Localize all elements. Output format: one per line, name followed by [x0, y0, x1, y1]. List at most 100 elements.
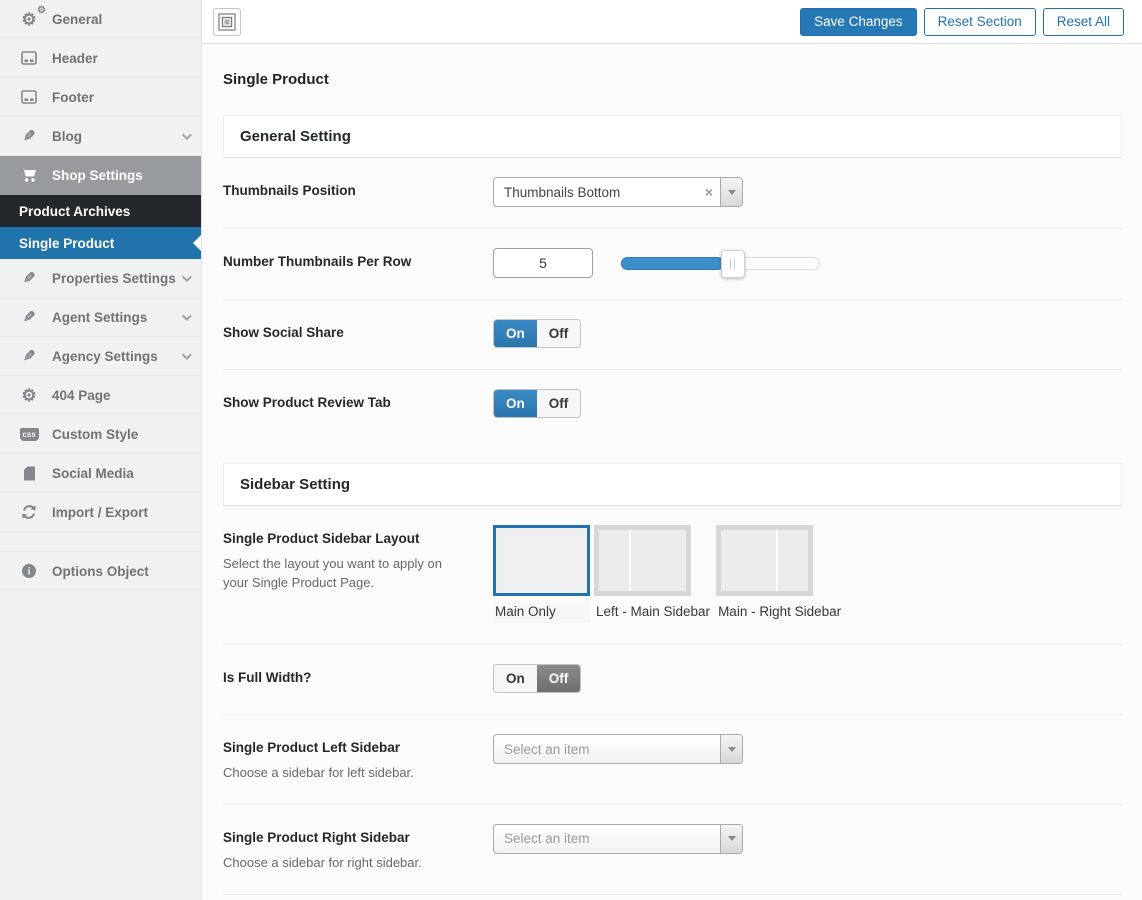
page-icon: [19, 466, 39, 481]
field-show-product-review-tab: Show Product Review Tab On Off: [223, 370, 1122, 439]
layout-thumbnail-main-only: [493, 525, 590, 596]
chevron-down-icon: [182, 272, 192, 282]
field-thumbnails-per-row: Number Thumbnails Per Row: [223, 229, 1122, 300]
pencil-icon: ✎: [19, 129, 39, 144]
thumbnails-per-row-input[interactable]: [493, 248, 593, 278]
submenu-item-label: Product Archives: [19, 204, 130, 219]
sidebar-item-label: Custom Style: [52, 427, 138, 442]
sidebar-item-404-page[interactable]: ⚙ 404 Page: [0, 376, 201, 415]
sidebar-item-agency-settings[interactable]: ✎ Agency Settings: [0, 337, 201, 376]
triangle-down-icon: [728, 836, 736, 841]
gear-icon: ⚙: [19, 387, 39, 404]
chevron-down-icon: [182, 350, 192, 360]
sidebar-item-label: Agent Settings: [52, 310, 147, 325]
pencil-icon: ✎: [19, 271, 39, 286]
sidebar-item-blog[interactable]: ✎ Blog: [0, 117, 201, 156]
pencil-icon: ✎: [19, 349, 39, 364]
svg-text:i: i: [28, 567, 31, 578]
field-label: Is Full Width?: [223, 670, 493, 685]
submenu-item-single-product[interactable]: Single Product: [0, 227, 201, 259]
slider-fill: [621, 257, 724, 270]
toggle-off-button[interactable]: Off: [537, 390, 581, 417]
field-label: Single Product Left Sidebar: [223, 740, 493, 755]
main-content: Save Changes Reset Section Reset All Sin…: [202, 0, 1142, 900]
selected-value: Thumbnails Bottom: [494, 185, 698, 200]
footer-icon: [19, 90, 39, 104]
field-description: Choose a sidebar for right sidebar.: [223, 854, 458, 873]
sidebar-item-shop-settings[interactable]: Shop Settings: [0, 156, 201, 195]
panel-toggle-button[interactable]: [213, 8, 241, 36]
sidebar-item-options-object[interactable]: i Options Object: [0, 552, 201, 591]
pencil-icon: ✎: [19, 310, 39, 325]
sidebar-item-label: Shop Settings: [52, 168, 143, 183]
sidebar-item-footer[interactable]: Footer: [0, 78, 201, 117]
triangle-down-icon: [728, 747, 736, 752]
css-icon: css: [19, 428, 39, 441]
field-label: Show Product Review Tab: [223, 395, 493, 410]
reset-all-button[interactable]: Reset All: [1043, 8, 1124, 36]
toggle-on-button[interactable]: On: [494, 665, 537, 692]
cart-icon: [19, 167, 39, 183]
sidebar-item-label: General: [52, 12, 102, 27]
slider-handle[interactable]: [721, 250, 745, 278]
sidebar-item-properties-settings[interactable]: ✎ Properties Settings: [0, 259, 201, 298]
sidebar-item-social-media[interactable]: Social Media: [0, 454, 201, 493]
layout-thumbnail-left-main: [594, 525, 691, 596]
field-left-sidebar: Single Product Left Sidebar Choose a sid…: [223, 715, 1122, 805]
select-placeholder: Select an item: [494, 742, 720, 757]
layout-option-main-only[interactable]: Main Only: [493, 525, 590, 623]
sidebar-item-label: Footer: [52, 90, 94, 105]
panel-icon: [218, 13, 236, 31]
field-is-full-width: Is Full Width? On Off: [223, 645, 1122, 715]
layout-option-label: Main - Right Sidebar: [716, 602, 843, 623]
clear-selection-icon[interactable]: ×: [698, 184, 720, 200]
layout-option-left-main-sidebar[interactable]: Left - Main Sidebar: [594, 525, 712, 623]
layout-option-label: Left - Main Sidebar: [594, 602, 712, 623]
reset-section-button[interactable]: Reset Section: [924, 8, 1036, 36]
thumbnails-position-select[interactable]: Thumbnails Bottom ×: [493, 177, 743, 207]
is-full-width-toggle: On Off: [493, 664, 581, 693]
sidebar-item-label: Header: [52, 51, 98, 66]
layout-option-label: Main Only: [493, 602, 590, 623]
field-label: Number Thumbnails Per Row: [223, 254, 493, 269]
dropdown-arrow-button[interactable]: [720, 735, 742, 763]
sidebar-item-label: Properties Settings: [52, 271, 176, 286]
field-label: Show Social Share: [223, 325, 493, 340]
layout-thumbnail-main-right: [716, 525, 813, 596]
submenu-item-product-archives[interactable]: Product Archives: [0, 195, 201, 227]
options-panel: ⚙⚙ General Header Footer ✎ Blog Shop: [0, 0, 1142, 900]
top-toolbar: Save Changes Reset Section Reset All: [202, 0, 1142, 44]
field-thumbnails-position: Thumbnails Position Thumbnails Bottom ×: [223, 158, 1122, 229]
settings-body: Single Product General Setting Thumbnail…: [202, 44, 1142, 895]
layout-option-main-right-sidebar[interactable]: Main - Right Sidebar: [716, 525, 843, 623]
layout-options: Main Only Left - Main Sidebar: [493, 525, 1122, 623]
section-header-general-setting: General Setting: [223, 115, 1122, 158]
sidebar-item-header[interactable]: Header: [0, 39, 201, 78]
sidebar-spacer: [0, 532, 201, 552]
sidebar-item-general[interactable]: ⚙⚙ General: [0, 0, 201, 39]
sidebar-item-custom-style[interactable]: css Custom Style: [0, 415, 201, 454]
dropdown-arrow-button[interactable]: [720, 178, 742, 206]
show-product-review-tab-toggle: On Off: [493, 389, 581, 418]
page-title: Single Product: [223, 71, 1122, 88]
sidebar-item-label: Agency Settings: [52, 349, 158, 364]
sidebar: ⚙⚙ General Header Footer ✎ Blog Shop: [0, 0, 202, 900]
toggle-on-button[interactable]: On: [494, 320, 537, 347]
field-description: Select the layout you want to apply on y…: [223, 555, 458, 593]
section-header-sidebar-setting: Sidebar Setting: [223, 463, 1122, 506]
left-sidebar-select[interactable]: Select an item: [493, 734, 743, 764]
sidebar-item-label: 404 Page: [52, 388, 111, 403]
thumbnails-per-row-slider[interactable]: [620, 257, 820, 270]
save-changes-button[interactable]: Save Changes: [800, 8, 917, 36]
toggle-off-button[interactable]: Off: [537, 665, 581, 692]
field-label: Single Product Sidebar Layout: [223, 531, 493, 546]
toggle-on-button[interactable]: On: [494, 390, 537, 417]
dropdown-arrow-button[interactable]: [720, 825, 742, 853]
toolbar-buttons: Save Changes Reset Section Reset All: [800, 8, 1124, 36]
sidebar-item-import-export[interactable]: Import / Export: [0, 493, 201, 532]
sidebar-item-label: Options Object: [52, 564, 149, 579]
right-sidebar-select[interactable]: Select an item: [493, 824, 743, 854]
sidebar-item-agent-settings[interactable]: ✎ Agent Settings: [0, 298, 201, 337]
toggle-off-button[interactable]: Off: [537, 320, 581, 347]
sync-icon: [19, 504, 39, 520]
